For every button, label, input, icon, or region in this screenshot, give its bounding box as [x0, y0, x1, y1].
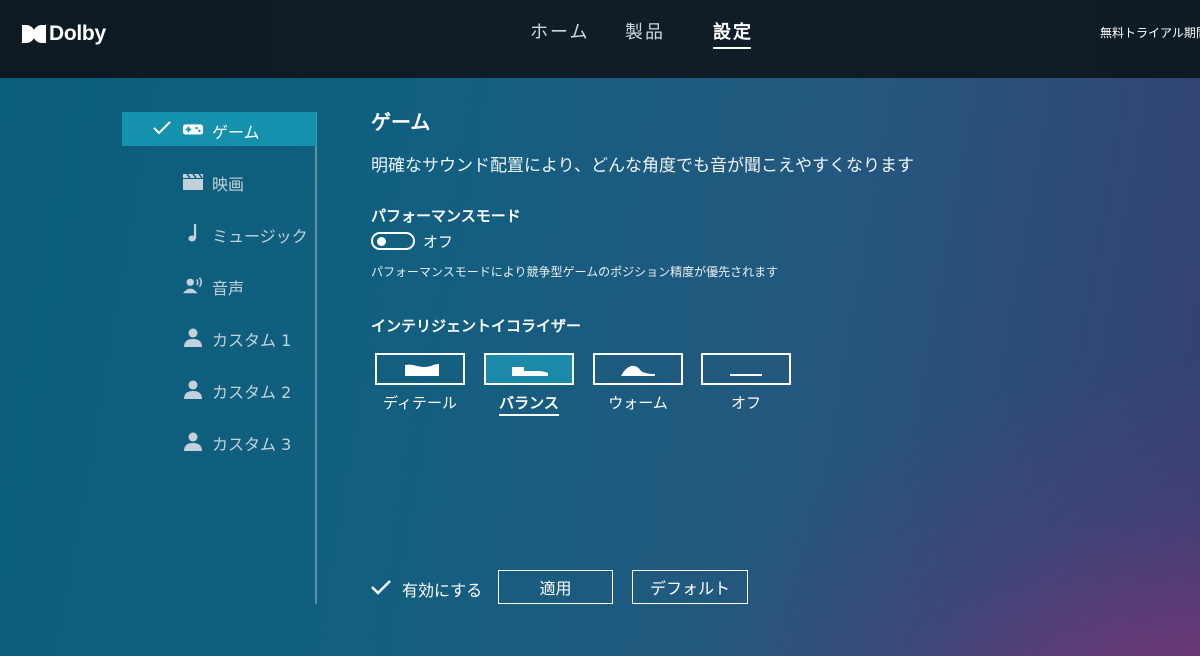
sidebar-item-custom-3[interactable]: カスタム 3	[122, 424, 316, 458]
eq-off-button[interactable]	[701, 353, 791, 385]
sidebar-item-label: カスタム 3	[212, 435, 292, 454]
equalizer-title: インテリジェントイコライザー	[371, 317, 582, 335]
performance-mode-title: パフォーマンスモード	[371, 207, 521, 225]
sidebar-item-label: カスタム 1	[212, 331, 292, 350]
performance-mode-note: パフォーマンスモードにより競争型ゲームのポジション精度が優先されます	[371, 265, 779, 279]
eq-off-label: オフ	[701, 392, 791, 413]
clapperboard-icon	[183, 173, 203, 190]
sidebar-item-game[interactable]: ゲーム	[122, 112, 316, 146]
eq-warm-curve-icon	[621, 365, 655, 376]
sidebar-item-label: 音声	[212, 279, 245, 298]
eq-flat-line-icon	[730, 374, 762, 376]
sidebar-item-label: カスタム 2	[212, 383, 292, 402]
eq-balance-button[interactable]	[484, 353, 574, 385]
person-icon	[184, 432, 202, 451]
enable-label[interactable]: 有効にする	[402, 577, 482, 601]
sidebar-item-label: ゲーム	[212, 123, 260, 142]
sidebar-item-custom-2[interactable]: カスタム 2	[122, 372, 316, 406]
checkmark-icon	[153, 121, 171, 135]
eq-detail-button[interactable]	[375, 353, 465, 385]
gamepad-icon	[182, 124, 204, 135]
eq-warm-button[interactable]	[593, 353, 683, 385]
eq-balance-label: バランス	[484, 392, 574, 416]
eq-balance-curve-icon	[512, 367, 548, 376]
sidebar-item-voice[interactable]: 音声	[122, 268, 316, 302]
eq-option-text: ウォーム	[608, 394, 668, 412]
music-note-icon	[188, 223, 197, 242]
enable-checkmark-icon[interactable]	[370, 578, 392, 596]
sidebar-item-music[interactable]: ミュージック	[122, 216, 316, 250]
person-icon	[184, 380, 202, 399]
person-icon	[184, 328, 202, 347]
sidebar-item-custom-1[interactable]: カスタム 1	[122, 320, 316, 354]
eq-detail-label: ディテール	[375, 392, 465, 413]
top-bar: Dolby ホーム 製品 設定 無料トライアル期間は…	[0, 0, 1200, 78]
nav-home[interactable]: ホーム	[530, 18, 589, 44]
sidebar-item-label: ミュージック	[212, 227, 308, 246]
main-nav: ホーム 製品 設定	[0, 18, 1200, 49]
eq-option-text: ディテール	[383, 394, 457, 412]
voice-person-icon	[182, 277, 202, 294]
eq-warm-label: ウォーム	[593, 392, 683, 413]
apply-button[interactable]: 適用	[498, 570, 613, 604]
toggle-knob	[377, 237, 386, 246]
eq-option-text: オフ	[730, 394, 761, 412]
eq-option-text: バランス	[499, 394, 559, 416]
trial-status[interactable]: 無料トライアル期間は…	[1100, 24, 1200, 41]
eq-detail-curve-icon	[405, 364, 439, 376]
nav-settings[interactable]: 設定	[713, 18, 753, 49]
page-title: ゲーム	[371, 110, 431, 134]
performance-mode-state: オフ	[423, 233, 454, 251]
sidebar-item-movie[interactable]: 映画	[122, 164, 316, 198]
sidebar-item-label: 映画	[212, 175, 245, 194]
performance-mode-toggle[interactable]	[371, 232, 415, 250]
profile-description: 明確なサウンド配置により、どんな角度でも音が聞こえやすくなります	[371, 156, 914, 176]
default-button[interactable]: デフォルト	[632, 570, 748, 604]
nav-products[interactable]: 製品	[625, 18, 665, 44]
